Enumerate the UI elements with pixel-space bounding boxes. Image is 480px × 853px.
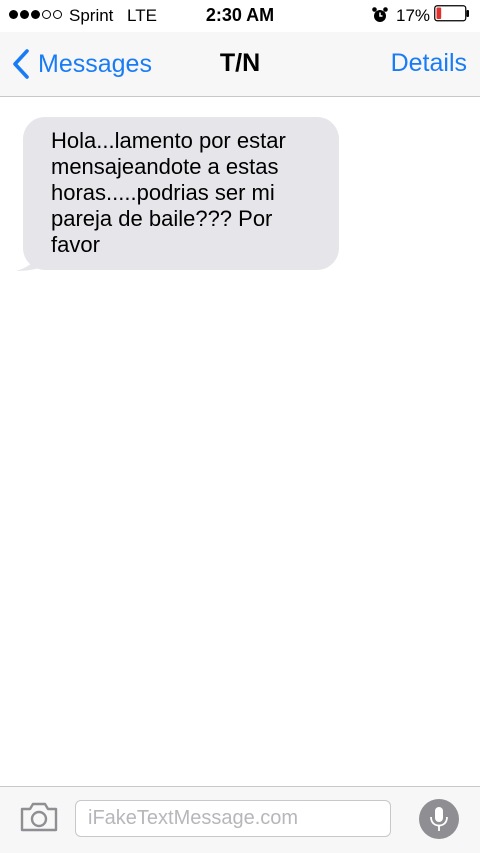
battery-percentage: 17% [396, 6, 431, 25]
status-bar: Sprint LTE 2:30 AM 17% [0, 0, 480, 32]
received-message[interactable]: Hola...lamento por estar mensajeandote a… [14, 117, 339, 271]
alarm-clock-icon [372, 7, 388, 22]
message-input[interactable] [75, 800, 391, 837]
camera-icon[interactable] [19, 801, 59, 833]
message-input-bar [0, 786, 480, 853]
microphone-icon [430, 807, 448, 831]
battery-icon [434, 5, 469, 22]
message-bubble: Hola...lamento por estar mensajeandote a… [23, 117, 339, 270]
navigation-bar: Messages T/N Details [0, 32, 480, 97]
conversation-area[interactable]: Hola...lamento por estar mensajeandote a… [0, 97, 480, 785]
microphone-button[interactable] [419, 799, 459, 839]
details-button[interactable]: Details [391, 49, 467, 78]
